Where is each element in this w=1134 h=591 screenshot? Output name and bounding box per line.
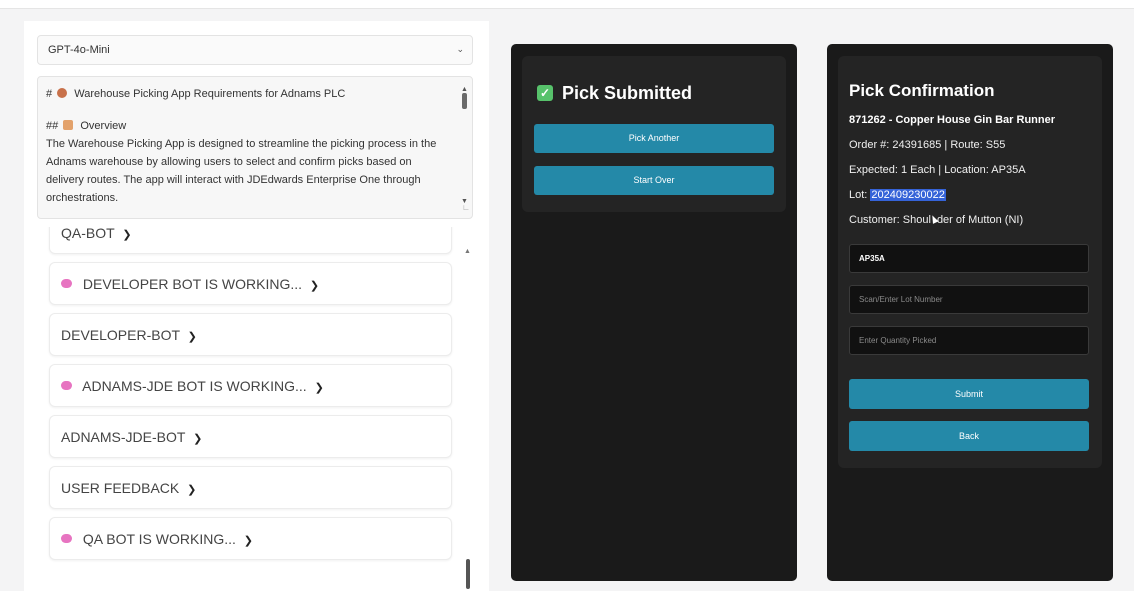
bot-item-qa-working[interactable]: QA BOT IS WORKING... ❯ (49, 517, 452, 560)
req-line-3: The Warehouse Picking App is designed to… (46, 138, 437, 150)
expected-location-line: Expected: 1 Each | Location: AP35A (849, 164, 1026, 176)
req-heading-2: ## Overview (46, 117, 450, 135)
bot-list-scrollbar[interactable]: ▲ (464, 248, 474, 591)
chevron-down-icon: ❯ (193, 433, 203, 445)
bot-item-user-feedback[interactable]: USER FEEDBACK ❯ (49, 466, 452, 509)
bot-item-developer-working[interactable]: DEVELOPER BOT IS WORKING... ❯ (49, 262, 452, 305)
bot-item-label: DEVELOPER BOT IS WORKING... (82, 276, 303, 292)
customer-text-start: Customer: Shoul (849, 214, 931, 226)
lot-value: 202409230022 (870, 189, 946, 201)
chevron-down-icon: ❯ (122, 229, 132, 241)
start-over-button[interactable]: Start Over (534, 166, 774, 195)
lot-number-input[interactable] (849, 285, 1089, 314)
chevron-down-icon: ⌄ (456, 44, 464, 54)
chevron-down-icon: ❯ (314, 382, 324, 394)
brain-icon (57, 88, 68, 98)
pick-confirmation-card: Pick Confirmation 871262 - Copper House … (838, 56, 1102, 468)
req-heading-2-text: Overview (80, 120, 127, 132)
bot-item-label: DEVELOPER-BOT (61, 327, 180, 343)
left-panel: GPT-4o-Mini ⌄ # Warehouse Picking App Re… (24, 21, 489, 591)
document-icon (63, 120, 74, 130)
brain-icon (61, 534, 72, 543)
pick-confirmation-title: Pick Confirmation (849, 81, 995, 100)
req-heading-1-marker: # (46, 88, 53, 100)
customer-text-end: der of Mutton (NI) (936, 214, 1024, 226)
chevron-down-icon: ❯ (187, 331, 197, 343)
bot-item-label: ADNAMS-JDE BOT IS WORKING... (82, 378, 307, 394)
requirements-textarea[interactable]: # Warehouse Picking App Requirements for… (37, 76, 473, 219)
scroll-thumb[interactable] (466, 559, 470, 589)
bot-item-label: QA BOT IS WORKING... (82, 531, 236, 547)
bot-item-qa-bot[interactable]: QA-BOT ❯ (49, 227, 452, 254)
pick-another-button[interactable]: Pick Another (534, 124, 774, 153)
req-line-4: Adnams warehouse by allowing users to se… (46, 156, 412, 168)
model-select[interactable]: GPT-4o-Mini ⌄ (37, 35, 473, 65)
quantity-input[interactable] (849, 326, 1089, 355)
resize-grip-icon[interactable]: ∟ (462, 199, 470, 217)
req-heading-1: # Warehouse Picking App Requirements for… (46, 85, 450, 103)
bot-item-adnams-jde-working[interactable]: ADNAMS-JDE BOT IS WORKING... ❯ (49, 364, 452, 407)
bot-item-label: ADNAMS-JDE-BOT (61, 429, 186, 445)
req-heading-1-text: Warehouse Picking App Requirements for A… (74, 88, 346, 100)
bot-list: QA-BOT ❯ DEVELOPER BOT IS WORKING... ❯ D… (37, 227, 477, 591)
pick-submitted-panel: ✓ Pick Submitted Pick Another Start Over (511, 44, 797, 581)
item-description: 871262 - Copper House Gin Bar Runner (849, 114, 1055, 126)
scroll-up-icon[interactable]: ▲ (464, 248, 471, 255)
bot-item-label: QA-BOT (61, 227, 115, 241)
req-gap (46, 103, 450, 117)
customer-line: Customer: Shoul der of Mutton (NI) (849, 214, 1023, 226)
lot-line: Lot: 202409230022 (849, 189, 946, 201)
chevron-down-icon: ❯ (187, 484, 197, 496)
lot-label: Lot: (849, 189, 871, 201)
model-select-value: GPT-4o-Mini (48, 44, 110, 56)
top-strip (0, 0, 1134, 9)
pick-confirmation-panel: Pick Confirmation 871262 - Copper House … (827, 44, 1113, 581)
scroll-thumb[interactable] (462, 93, 467, 109)
bot-item-adnams-jde-bot[interactable]: ADNAMS-JDE-BOT ❯ (49, 415, 452, 458)
brain-icon (61, 279, 72, 288)
bot-item-label: USER FEEDBACK (61, 480, 180, 496)
submit-button[interactable]: Submit (849, 379, 1089, 409)
back-button[interactable]: Back (849, 421, 1089, 451)
pick-submitted-title: Pick Submitted (562, 83, 693, 103)
bot-item-developer-bot[interactable]: DEVELOPER-BOT ❯ (49, 313, 452, 356)
pick-submitted-card: ✓ Pick Submitted Pick Another Start Over (522, 56, 786, 212)
req-line-5: delivery routes. The app will interact w… (46, 174, 421, 186)
chevron-down-icon: ❯ (243, 535, 253, 547)
checkmark-icon: ✓ (537, 85, 553, 101)
req-heading-2-marker: ## (46, 120, 59, 132)
requirements-scrollbar[interactable]: ▲ ▼ (461, 81, 469, 211)
brain-icon (61, 381, 72, 390)
order-route-line: Order #: 24391685 | Route: S55 (849, 139, 1006, 151)
location-field[interactable] (849, 244, 1089, 273)
chevron-down-icon: ❯ (309, 280, 320, 292)
req-line-6: orchestrations. (46, 192, 119, 204)
